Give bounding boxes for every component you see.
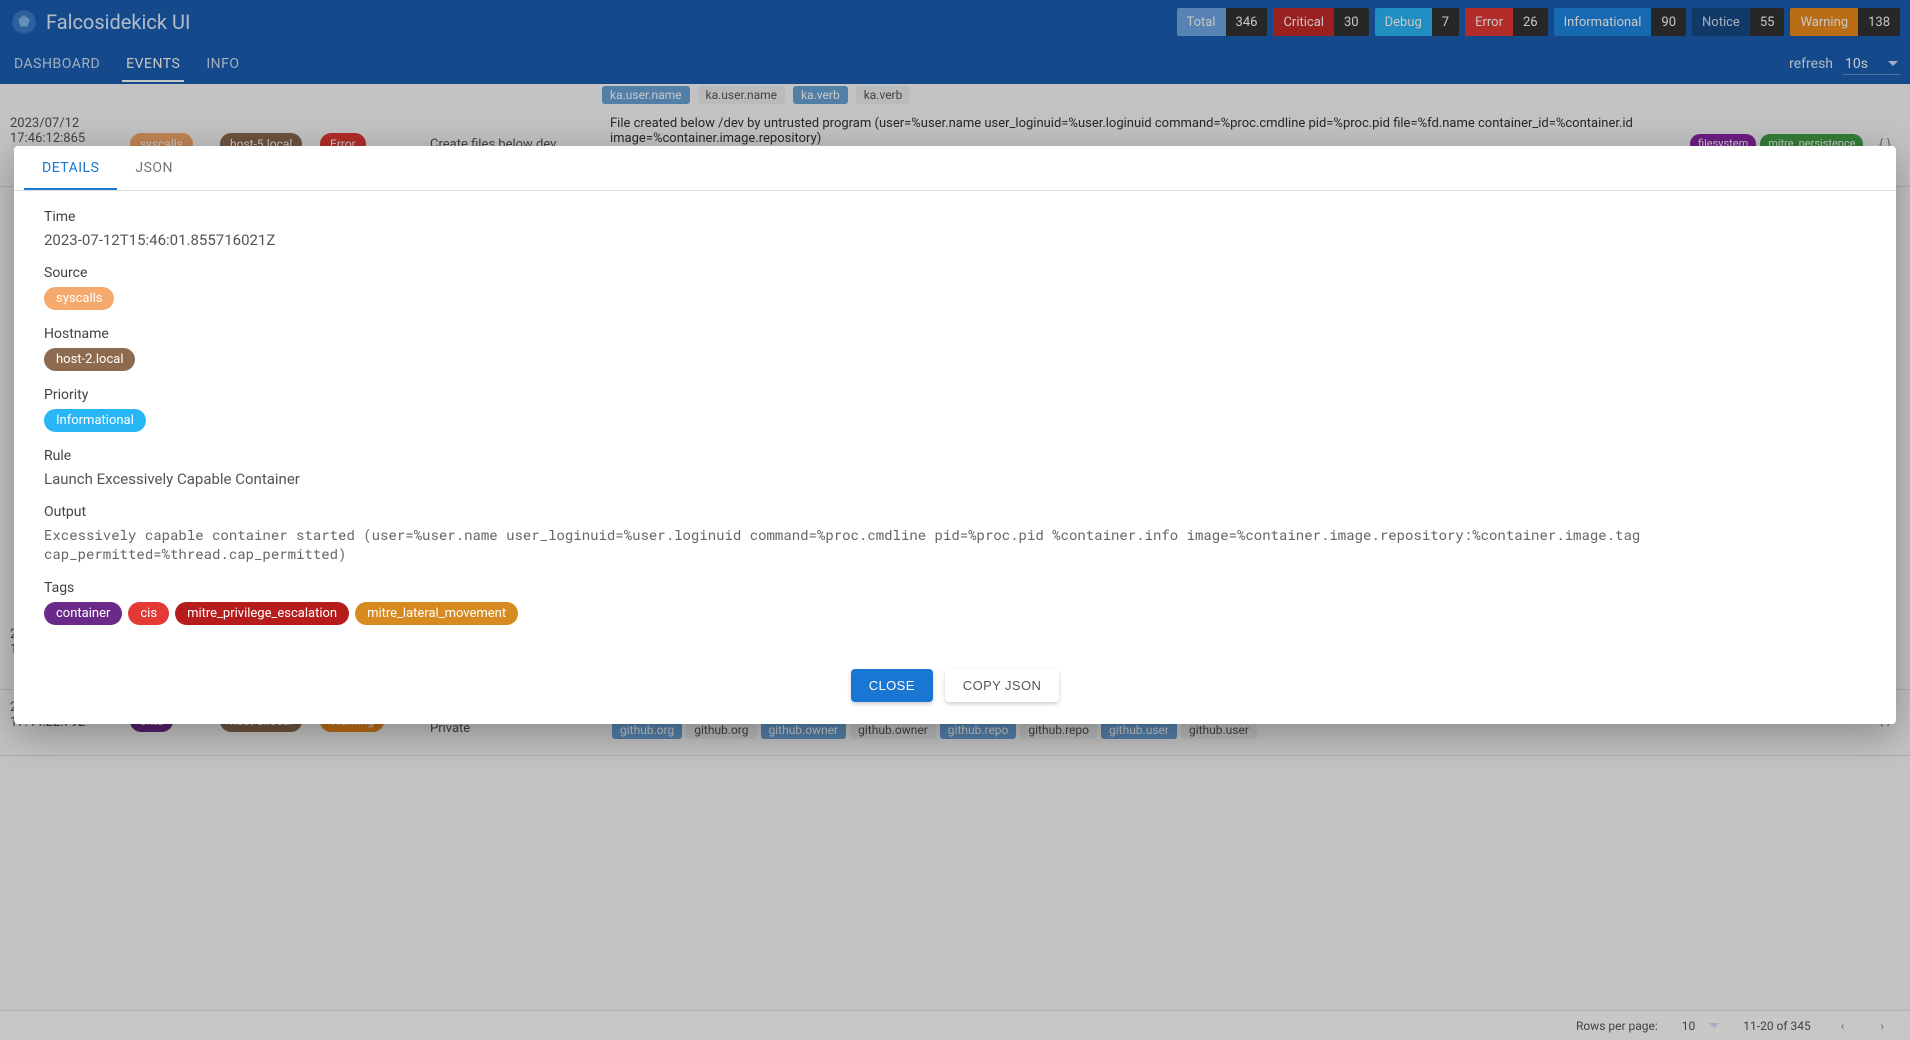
hostname-label: Hostname <box>44 326 1866 342</box>
tag-pill: mitre_lateral_movement <box>355 602 518 625</box>
dialog-actions: CLOSE COPY JSON <box>14 651 1896 724</box>
output-value: Excessively capable container started (u… <box>44 526 1866 564</box>
close-button[interactable]: CLOSE <box>851 669 933 702</box>
dialog-tab-json[interactable]: JSON <box>117 146 191 190</box>
tag-pill: mitre_privilege_escalation <box>175 602 349 625</box>
priority-label: Priority <box>44 387 1866 403</box>
source-label: Source <box>44 265 1866 281</box>
tag-pill: container <box>44 602 122 625</box>
rule-label: Rule <box>44 448 1866 464</box>
dialog-body: Time 2023-07-12T15:46:01.855716021Z Sour… <box>14 191 1896 651</box>
priority-pill: Informational <box>44 409 146 432</box>
dialog-tab-details[interactable]: DETAILS <box>24 146 117 190</box>
tag-pill: cis <box>128 602 169 625</box>
tags-row: container cis mitre_privilege_escalation mi… <box>44 602 1866 625</box>
source-pill: syscalls <box>44 287 114 310</box>
event-detail-dialog: DETAILSJSON Time 2023-07-12T15:46:01.855… <box>14 146 1896 724</box>
time-value: 2023-07-12T15:46:01.855716021Z <box>44 231 1866 249</box>
output-label: Output <box>44 504 1866 520</box>
dialog-tabs: DETAILSJSON <box>14 146 1896 191</box>
time-label: Time <box>44 209 1866 225</box>
copy-json-button[interactable]: COPY JSON <box>945 669 1060 702</box>
rule-value: Launch Excessively Capable Container <box>44 470 1866 488</box>
hostname-pill: host-2.local <box>44 348 135 371</box>
tags-label: Tags <box>44 580 1866 596</box>
